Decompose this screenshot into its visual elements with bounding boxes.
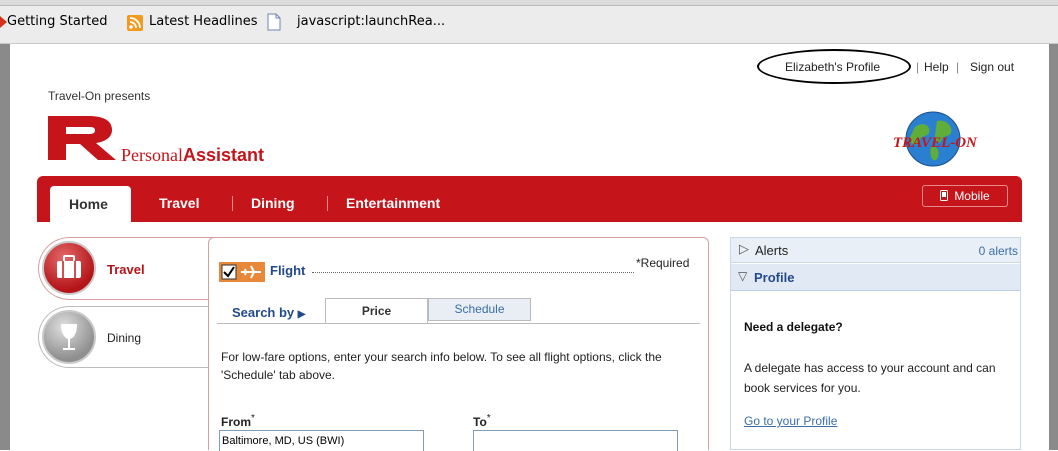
flight-label: Flight	[270, 263, 306, 278]
nav-divider	[232, 196, 233, 211]
to-input[interactable]	[473, 430, 678, 451]
dotted-divider	[312, 272, 634, 273]
travel-on-globe-logo: TRAVEL-ON	[893, 111, 978, 167]
tab-schedule[interactable]: Schedule	[428, 298, 531, 321]
page-icon	[267, 13, 281, 31]
search-by-text: Search by	[232, 305, 295, 320]
search-by-label: Search by ▶	[232, 305, 305, 320]
required-note: *Required	[636, 256, 690, 270]
delegate-heading: Need a delegate?	[744, 320, 843, 334]
bookmark-latest-headlines[interactable]: Latest Headlines	[149, 14, 258, 34]
main-nav: Home Travel Dining Entertainment Mobile	[37, 176, 1022, 222]
side-tab-dining[interactable]: Dining	[38, 306, 218, 368]
mobile-label: Mobile	[954, 189, 990, 203]
bookmark-javascript[interactable]: javascript:launchRea...	[297, 14, 445, 34]
phone-icon	[940, 190, 949, 201]
alerts-label: Alerts	[755, 243, 789, 258]
delegate-description: A delegate has access to your account an…	[744, 361, 996, 395]
side-travel-label: Travel	[107, 262, 145, 277]
wine-glass-icon	[42, 310, 96, 364]
flight-search-panel: Flight *Required Search by ▶ Price Sched…	[208, 237, 709, 451]
tab-underline	[217, 323, 700, 324]
link-separator: |	[956, 60, 960, 74]
go-to-profile-link[interactable]: Go to your Profile	[744, 414, 837, 428]
window-frame-right	[1049, 44, 1058, 450]
tab-home[interactable]: Home	[50, 186, 131, 222]
travel-on-text: TRAVEL-ON	[893, 135, 978, 151]
window-frame-left	[0, 44, 10, 450]
brand-personal: Personal	[121, 145, 183, 165]
bookmark-arrow-icon	[0, 16, 7, 28]
triangle-right-outline-icon: ▷	[739, 241, 749, 256]
link-separator: |	[916, 60, 920, 74]
help-link[interactable]: Help	[924, 60, 949, 74]
flight-checkbox-icon[interactable]	[219, 262, 265, 282]
tab-price[interactable]: Price	[325, 298, 428, 324]
triangle-down-outline-icon: ▽	[738, 269, 748, 283]
personal-assistant-logo: PersonalAssistant	[121, 145, 264, 166]
alerts-count[interactable]: 0 alerts	[979, 244, 1018, 258]
tab-entertainment[interactable]: Entertainment	[346, 195, 440, 211]
right-sidebar: ▷ Alerts 0 alerts ▽ Profile Need a deleg…	[730, 237, 1021, 450]
triangle-right-icon: ▶	[297, 309, 306, 320]
mobile-button[interactable]: Mobile	[922, 185, 1008, 207]
tab-dining[interactable]: Dining	[251, 195, 295, 211]
web-page: Elizabeth's Profile | Help | Sign out Tr…	[10, 44, 1049, 451]
r-logo-icon	[48, 116, 116, 160]
tab-travel[interactable]: Travel	[159, 195, 199, 211]
to-label-text: To	[473, 415, 487, 429]
brand-assistant: Assistant	[183, 145, 265, 165]
side-tab-travel[interactable]: Travel	[38, 237, 218, 300]
profile-header[interactable]: ▽ Profile	[731, 264, 1020, 291]
from-label: From*	[221, 413, 255, 429]
search-instructions: For low-fare options, enter your search …	[221, 350, 662, 382]
alerts-header[interactable]: ▷ Alerts 0 alerts	[731, 238, 1020, 263]
suitcase-icon	[42, 241, 96, 295]
toolbar-edge	[0, 0, 1058, 6]
profile-label: Profile	[754, 270, 795, 285]
rss-feed-icon	[127, 15, 143, 31]
to-label: To*	[473, 413, 491, 429]
side-dining-label: Dining	[107, 331, 142, 345]
signout-link[interactable]: Sign out	[970, 60, 1014, 74]
nav-divider	[327, 196, 328, 211]
presents-text: Travel-On presents	[48, 89, 151, 103]
bookmark-getting-started[interactable]: Getting Started	[7, 14, 108, 34]
annotation-circle	[757, 49, 911, 84]
from-input[interactable]: Baltimore, MD, US (BWI)	[219, 430, 424, 451]
bookmarks-toolbar: Getting Started Latest Headlines javascr…	[0, 0, 1058, 44]
tab-home-label: Home	[69, 196, 108, 212]
from-label-text: From	[221, 415, 251, 429]
